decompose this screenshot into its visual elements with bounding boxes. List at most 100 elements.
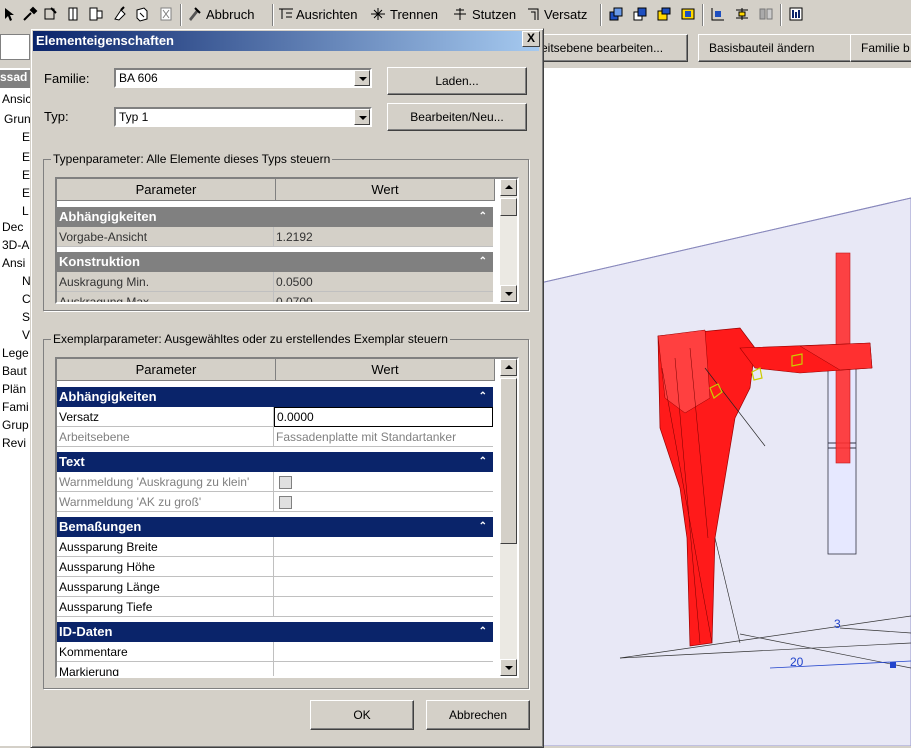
edit-workplane-button[interactable]: eitsebene bearbeiten...: [540, 34, 688, 62]
param-value[interactable]: [274, 642, 493, 662]
offset-icon: [528, 8, 539, 20]
collapse-icon[interactable]: ⌃: [479, 622, 487, 642]
paint-icon[interactable]: [42, 6, 58, 22]
mirror-icon[interactable]: [680, 6, 696, 22]
category-row[interactable]: Abhängigkeiten ⌃: [57, 387, 493, 407]
param-name: Auskragung Min.: [57, 272, 274, 292]
instance-params-scrollbar[interactable]: [500, 359, 517, 676]
bearbeiten-neu-button[interactable]: Bearbeiten/Neu...: [387, 103, 527, 131]
versatz-input[interactable]: 0.0000: [274, 407, 493, 427]
chevron-down-icon[interactable]: [354, 109, 370, 125]
param-name: Aussparung Höhe: [57, 557, 274, 577]
trennen-button[interactable]: Trennen: [390, 6, 438, 24]
column-header-wert[interactable]: Wert: [276, 359, 495, 381]
collapse-icon[interactable]: ⌃: [479, 207, 487, 227]
collapse-icon[interactable]: ⌃: [479, 517, 487, 537]
typ-select[interactable]: Typ 1: [114, 107, 372, 127]
versatz-button[interactable]: Versatz: [544, 6, 587, 24]
param-value[interactable]: [274, 557, 493, 577]
tree-item[interactable]: 3D-A: [2, 238, 29, 252]
tree-item[interactable]: ssad: [0, 70, 30, 88]
tree-item[interactable]: Grup: [2, 418, 29, 432]
typ-value: Typ 1: [119, 110, 149, 124]
tree-item[interactable]: Ansic: [2, 92, 30, 106]
scroll-down-icon[interactable]: [500, 285, 517, 302]
uncut-icon[interactable]: [158, 6, 174, 22]
warn-gross-checkbox[interactable]: [279, 496, 292, 510]
array-icon[interactable]: [710, 6, 726, 22]
abbrechen-button[interactable]: Abbrechen: [426, 700, 530, 730]
3d-view-canvas[interactable]: 3 20: [540, 68, 911, 746]
param-name: Versatz: [57, 407, 274, 427]
select-icon[interactable]: [2, 6, 18, 22]
ausrichten-button[interactable]: Ausrichten: [296, 6, 357, 24]
param-value[interactable]: [274, 537, 493, 557]
column-header-wert[interactable]: Wert: [276, 179, 495, 201]
tree-item[interactable]: E: [22, 186, 30, 200]
familie-select[interactable]: BA 606: [114, 68, 372, 88]
category-row[interactable]: Abhängigkeiten ⌃: [57, 207, 493, 227]
dimension-label: 3: [834, 617, 841, 631]
properties-icon[interactable]: [788, 6, 804, 22]
pin-icon[interactable]: [758, 6, 774, 22]
type-selector[interactable]: [0, 34, 30, 60]
collapse-icon[interactable]: ⌃: [479, 387, 487, 407]
category-row[interactable]: Text ⌃: [57, 452, 493, 472]
collapse-icon[interactable]: ⌃: [479, 252, 487, 272]
param-name: Arbeitsebene: [57, 427, 274, 447]
tree-item[interactable]: E: [22, 130, 30, 144]
scroll-down-icon[interactable]: [500, 659, 517, 676]
stutzen-button[interactable]: Stutzen: [472, 6, 516, 24]
tree-item[interactable]: C: [22, 292, 30, 306]
scroll-up-icon[interactable]: [500, 359, 517, 376]
demolish-icon[interactable]: [112, 6, 128, 22]
eyedropper-icon[interactable]: [22, 6, 38, 22]
tree-item[interactable]: Dec: [2, 220, 23, 234]
close-button[interactable]: X: [522, 31, 540, 47]
cut-geometry-icon[interactable]: [134, 6, 150, 22]
dialog-titlebar[interactable]: Elementeigenschaften: [33, 31, 539, 51]
tree-item[interactable]: V: [22, 328, 30, 342]
type-params-scrollbar[interactable]: [500, 179, 517, 302]
tree-item[interactable]: Baut: [2, 364, 27, 378]
tree-item[interactable]: Ansi: [2, 256, 25, 270]
tree-item[interactable]: Revi: [2, 436, 26, 450]
tree-item[interactable]: Grun: [4, 112, 30, 126]
tree-item[interactable]: S: [22, 310, 30, 324]
category-row[interactable]: Bemaßungen ⌃: [57, 517, 493, 537]
collapse-icon[interactable]: ⌃: [479, 452, 487, 472]
dimension-label: 20: [790, 655, 804, 669]
move-icon[interactable]: [632, 6, 648, 22]
split-face-icon[interactable]: [66, 6, 82, 22]
warn-klein-checkbox[interactable]: [279, 476, 292, 490]
category-row[interactable]: Konstruktion ⌃: [57, 252, 493, 272]
type-parameters-table: Parameter Wert Abhängigkeiten ⌃ Vorgabe-A…: [55, 177, 519, 304]
scale-icon[interactable]: [734, 6, 750, 22]
tree-item[interactable]: L: [22, 204, 29, 218]
scroll-up-icon[interactable]: [500, 179, 517, 196]
tree-item[interactable]: E: [22, 150, 30, 164]
tree-item[interactable]: Fami: [2, 400, 29, 414]
abbruch-button[interactable]: Abbruch: [206, 6, 254, 24]
scroll-thumb[interactable]: [500, 378, 517, 544]
param-name: Vorgabe-Ansicht: [57, 227, 274, 247]
tree-item[interactable]: Lege: [2, 346, 29, 360]
column-header-parameter[interactable]: Parameter: [57, 359, 276, 381]
param-value[interactable]: [274, 577, 493, 597]
tree-item[interactable]: Plän: [2, 382, 26, 396]
param-value[interactable]: [274, 662, 493, 676]
edit-family-button[interactable]: Familie b: [850, 34, 911, 62]
category-row[interactable]: ID-Daten ⌃: [57, 622, 493, 642]
ok-button[interactable]: OK: [310, 700, 414, 730]
laden-button[interactable]: Laden...: [387, 67, 527, 95]
tree-item[interactable]: E: [22, 168, 30, 182]
copy-icon[interactable]: [608, 6, 624, 22]
tree-item[interactable]: N: [22, 274, 30, 288]
change-host-button[interactable]: Basisbauteil ändern: [698, 34, 856, 62]
param-value[interactable]: [274, 597, 493, 617]
join-icon[interactable]: [88, 6, 104, 22]
chevron-down-icon[interactable]: [354, 70, 370, 86]
column-header-parameter[interactable]: Parameter: [57, 179, 276, 201]
rotate-icon[interactable]: [656, 6, 672, 22]
scroll-thumb[interactable]: [500, 198, 517, 216]
